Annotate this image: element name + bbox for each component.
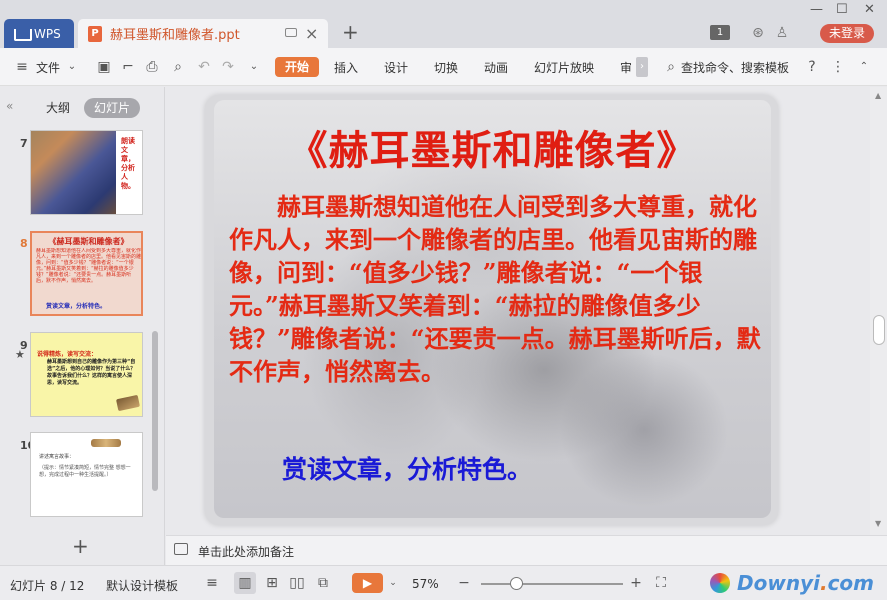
slide-thumbnail-10[interactable]: 讲述寓言故事： （提示：情节紧凑简短，情节完整 想想一想，完成过程中一种生活提醒… xyxy=(30,432,143,517)
zoom-in-icon[interactable]: + xyxy=(627,575,645,591)
redo-icon[interactable]: ↷ xyxy=(220,59,236,75)
zoom-slider-handle[interactable] xyxy=(510,577,523,590)
format-painter-icon[interactable]: ⌐ xyxy=(120,59,136,75)
slideshow-dropdown-icon[interactable]: ⌄ xyxy=(384,575,402,591)
slide-panel: « 大纲 幻灯片 7 朗读文章，分析人物。 8 ★ 《赫耳墨斯和雕像者》 赫耳墨… xyxy=(0,87,165,565)
wps-home-tab[interactable]: WPS xyxy=(4,19,74,48)
wps-tab-label: WPS xyxy=(34,26,61,41)
more-options-icon[interactable]: ⋮ xyxy=(830,59,846,75)
watermark-brand: Downyi.com xyxy=(737,571,874,595)
scroll-down-icon[interactable]: ▼ xyxy=(875,519,881,528)
scroll-up-icon[interactable]: ▲ xyxy=(875,91,881,100)
title-bar: WPS P 赫耳墨斯和雕像者.ppt × + 1 ⊛ ♙ 未登录 — ☐ ✕ xyxy=(0,0,887,48)
slide-title[interactable]: 《赫耳墨斯和雕像者》 xyxy=(214,118,771,176)
zoom-level[interactable]: 57% xyxy=(412,577,439,591)
collapse-panel-icon[interactable]: « xyxy=(6,99,13,113)
pen-image xyxy=(115,394,141,412)
help-icon[interactable]: ? xyxy=(804,59,820,75)
close-window-icon[interactable]: ✕ xyxy=(864,2,875,17)
maximize-icon[interactable]: ☐ xyxy=(836,2,848,17)
tab-slides[interactable]: 幻灯片 xyxy=(84,98,140,118)
brand-tail: com xyxy=(827,571,874,595)
notes-bar[interactable]: 单击此处添加备注 xyxy=(166,535,887,565)
slide-thumbnail-7[interactable]: 朗读文章，分析人物。 xyxy=(30,130,143,215)
play-slideshow-button[interactable]: ▶ xyxy=(352,573,383,593)
normal-view-icon: ▥ xyxy=(238,575,252,591)
zoom-slider-track[interactable] xyxy=(481,583,623,585)
editor-scrollbar[interactable] xyxy=(870,87,887,535)
fit-window-icon[interactable]: ⛶ xyxy=(652,575,670,591)
sidebar-scrollbar[interactable] xyxy=(152,331,158,491)
reading-view-icon[interactable]: ▯▯ xyxy=(288,575,306,591)
share-icon[interactable]: ⊛ xyxy=(750,25,766,41)
slide-number: 7 xyxy=(20,137,28,150)
wps-logo-icon xyxy=(14,29,28,39)
slide-editor: 《赫耳墨斯和雕像者》 赫耳墨斯想知道他在人间受到多大尊重，就化作凡人，来到一个雕… xyxy=(166,87,887,535)
template-name[interactable]: 默认设计模板 xyxy=(106,577,178,594)
more-tabs-button[interactable]: › xyxy=(636,57,648,77)
notes-icon xyxy=(174,543,188,555)
downyi-logo-icon xyxy=(710,573,730,593)
brand-dot: . xyxy=(819,571,828,595)
file-menu[interactable]: 文件 xyxy=(36,59,60,76)
tab-design[interactable]: 设计 xyxy=(384,59,408,76)
slide-background: 《赫耳墨斯和雕像者》 赫耳墨斯想知道他在人间受到多大尊重，就化作凡人，来到一个雕… xyxy=(214,100,771,518)
tab-home[interactable]: 开始 xyxy=(275,57,319,77)
tab-slideshow[interactable]: 幻灯片放映 xyxy=(534,59,594,76)
minimize-icon[interactable]: — xyxy=(810,2,823,17)
presenter-view-icon[interactable]: ⧉ xyxy=(314,575,332,591)
close-tab-icon[interactable]: × xyxy=(305,24,318,43)
notes-placeholder[interactable]: 单击此处添加备注 xyxy=(198,543,294,560)
tab-review[interactable]: 审 xyxy=(620,59,632,76)
brand-main: Downyi xyxy=(737,571,820,595)
slide-canvas[interactable]: 《赫耳墨斯和雕像者》 赫耳墨斯想知道他在人间受到多大尊重，就化作凡人，来到一个雕… xyxy=(205,95,778,525)
slide-sorter-icon[interactable]: ⊞ xyxy=(263,575,281,591)
notes-toggle-icon[interactable]: ≡ xyxy=(203,575,221,591)
slide-number: 9 xyxy=(20,339,28,352)
slide-counter: 幻灯片 8 / 12 xyxy=(10,579,85,593)
quick-access-dropdown-icon[interactable]: ⌄ xyxy=(246,59,262,75)
tab-outline[interactable]: 大纲 xyxy=(40,98,76,118)
thumbnail-body: 赫耳墨斯想到自己的雕像作为第三种“自选”之后，他的心理如何？当说了什么？故事告诉… xyxy=(47,359,136,386)
slide-number: 8 xyxy=(20,237,28,250)
slide-prompt-text[interactable]: 赏读文章，分析特色。 xyxy=(282,450,532,486)
thumbnail-heading: 说得精炼，读写交流： xyxy=(37,351,98,358)
thumbnail-footer: 赏读文章，分析特色。 xyxy=(46,303,107,310)
login-button[interactable]: 未登录 xyxy=(820,24,874,43)
thumbnail-title: 《赫耳墨斯和雕像者》 xyxy=(48,237,129,246)
zoom-out-icon[interactable]: − xyxy=(455,575,473,591)
new-tab-icon[interactable]: + xyxy=(342,20,359,44)
skin-icon[interactable]: ♙ xyxy=(774,25,790,41)
screen-icon[interactable] xyxy=(285,28,297,37)
status-bar: 幻灯片 8 / 12 默认设计模板 ≡ ▥ ⊞ ▯▯ ⧉ ▶ ⌄ 57% − +… xyxy=(0,565,887,600)
thumbnail-body: 赫耳墨斯想知道他在人间受到多大尊重，就化作凡人，来到一个雕像者的店里。他看见宙斯… xyxy=(36,248,141,284)
save-icon[interactable]: ▣ xyxy=(96,59,112,75)
thumbnail-heading: 讲述寓言故事： xyxy=(39,454,75,460)
document-tab-title: 赫耳墨斯和雕像者.ppt xyxy=(110,28,240,43)
slide-thumbnail-8[interactable]: 《赫耳墨斯和雕像者》 赫耳墨斯想知道他在人间受到多大尊重，就化作凡人，来到一个雕… xyxy=(30,231,143,316)
scroll-image xyxy=(91,439,121,447)
slide-thumbnail-9[interactable]: 说得精炼，读写交流： 赫耳墨斯想到自己的雕像作为第三种“自选”之后，他的心理如何… xyxy=(30,332,143,417)
search-icon[interactable]: ⌕ xyxy=(663,59,679,75)
undo-icon[interactable]: ↶ xyxy=(196,59,212,75)
command-search[interactable]: 查找命令、搜索模板 xyxy=(681,59,789,76)
menu-bar: ≡ 文件 ⌄ ▣ ⌐ ⎙ ⌕ ↶ ↷ ⌄ 开始 插入 设计 切换 动画 幻灯片放… xyxy=(0,48,887,86)
thumbnail-text: 朗读文章，分析人物。 xyxy=(121,137,135,190)
chevron-down-icon[interactable]: ⌄ xyxy=(64,59,80,75)
add-slide-icon[interactable]: + xyxy=(72,534,89,558)
print-icon[interactable]: ⎙ xyxy=(144,59,160,75)
slide-body-text[interactable]: 赫耳墨斯想知道他在人间受到多大尊重，就化作凡人，来到一个雕像者的店里。他看见宙斯… xyxy=(229,190,763,388)
ppt-file-icon: P xyxy=(88,25,102,42)
window-count-badge[interactable]: 1 xyxy=(710,25,730,40)
tab-insert[interactable]: 插入 xyxy=(334,59,358,76)
print-preview-icon[interactable]: ⌕ xyxy=(170,59,186,75)
thumbnail-image xyxy=(31,131,116,214)
tab-animation[interactable]: 动画 xyxy=(484,59,508,76)
hamburger-icon[interactable]: ≡ xyxy=(14,59,30,75)
editor-scroll-thumb[interactable] xyxy=(873,315,885,345)
thumbnail-body: （提示：情节紧凑简短，情节完整 想想一想，完成过程中一种生活提醒。） xyxy=(39,465,131,478)
tab-transition[interactable]: 切换 xyxy=(434,59,458,76)
collapse-ribbon-icon[interactable]: ⌃ xyxy=(856,59,872,75)
